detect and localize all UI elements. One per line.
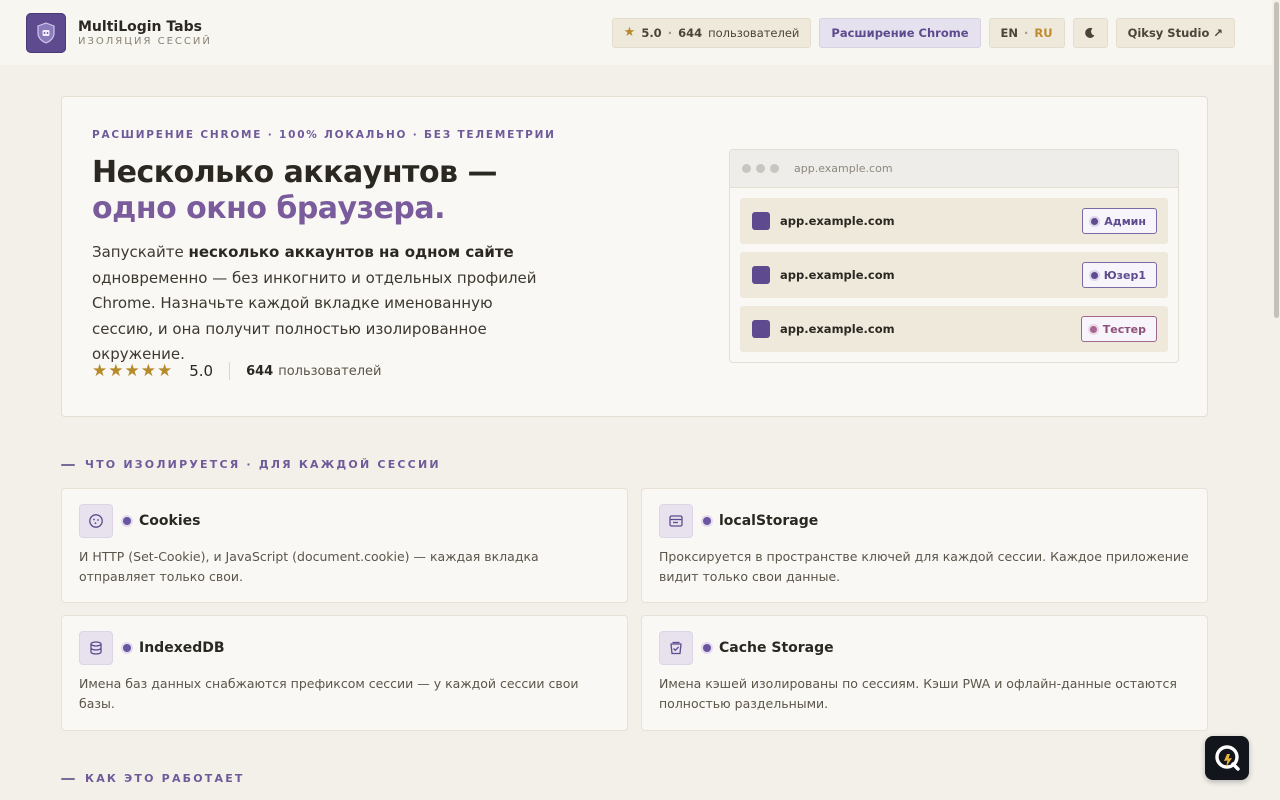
card-dot-icon — [123, 517, 131, 525]
card-title: localStorage — [719, 513, 819, 529]
hero-card: РАСШИРЕНИЕ CHROME · 100% ЛОКАЛЬНО · БЕЗ … — [61, 96, 1208, 417]
scrollbar[interactable] — [1272, 0, 1280, 800]
browser-mock-url: app.example.com — [794, 162, 893, 175]
card-title: Cache Storage — [719, 640, 834, 656]
section-heading-isolation: ЧТО ИЗОЛИРУЕТСЯ · ДЛЯ КАЖДОЙ СЕССИИ — [61, 458, 441, 471]
qiksy-widget-button[interactable] — [1205, 736, 1249, 780]
feature-card-cache-storage: Cache Storage Имена кэшей изолированы по… — [641, 615, 1208, 731]
hero-title: Несколько аккаунтов — одно окно браузера… — [92, 155, 612, 227]
storage-icon — [659, 504, 693, 538]
hero-users-count: 644 — [246, 363, 274, 379]
hero-users-label: пользователей — [278, 363, 382, 379]
language-switcher[interactable]: EN · RU — [988, 17, 1065, 48]
scrollbar-thumb[interactable] — [1274, 2, 1279, 318]
heading-line-icon — [61, 777, 75, 780]
hero-title-line1: Несколько аккаунтов — — [92, 155, 498, 190]
session-label: Тестер — [1102, 322, 1146, 336]
card-dot-icon — [703, 517, 711, 525]
feature-card-indexeddb: IndexedDB Имена баз данных снабжаются пр… — [61, 615, 628, 731]
database-icon — [79, 631, 113, 665]
studio-link[interactable]: Qiksy Studio ↗ — [1115, 17, 1235, 48]
mock-tab-row: app.example.com Админ — [740, 198, 1168, 244]
hero-desc-bold: несколько аккаунтов на одном сайте — [188, 243, 514, 261]
window-dot-icon — [742, 164, 751, 173]
session-dot-icon — [1091, 217, 1099, 225]
browser-mockup: app.example.com app.example.com Админ ap… — [729, 149, 1179, 363]
hero-title-line2: одно окно браузера. — [92, 191, 446, 226]
mock-tab-row: app.example.com Юзер1 — [740, 252, 1168, 298]
q-logo-icon — [1215, 745, 1240, 771]
card-dot-icon — [703, 644, 711, 652]
mock-tab-row: app.example.com Тестер — [740, 306, 1168, 352]
favicon-icon — [752, 212, 770, 230]
lang-separator: · — [1024, 25, 1029, 40]
favicon-icon — [752, 320, 770, 338]
shield-logo-icon — [26, 12, 66, 53]
tab-host: app.example.com — [780, 214, 895, 228]
tab-host: app.example.com — [780, 322, 895, 336]
separator-dot: · — [667, 25, 673, 40]
lang-en[interactable]: EN — [1001, 26, 1018, 40]
rating-pill[interactable]: ★ 5.0 · 644 пользователей — [611, 17, 812, 48]
lang-ru[interactable]: RU — [1034, 26, 1052, 40]
card-description: Проксируется в пространстве ключей для к… — [659, 549, 1189, 584]
top-actions: ★ 5.0 · 644 пользователей Расширение Chr… — [611, 17, 1235, 48]
brand-name: MultiLogin Tabs — [78, 18, 202, 35]
window-dot-icon — [756, 164, 765, 173]
users-count: 644 — [678, 25, 703, 40]
session-label: Юзер1 — [1103, 268, 1146, 282]
rating-row: ★★★★★ 5.0 644 пользователей — [92, 361, 381, 381]
cookie-icon — [79, 504, 113, 538]
feature-card-cookies: Cookies И HTTP (Set-Cookie), и JavaScrip… — [61, 488, 628, 603]
session-badge: Юзер1 — [1081, 262, 1157, 288]
favicon-icon — [752, 266, 770, 284]
top-bar: MultiLogin Tabs ИЗОЛЯЦИЯ СЕССИЙ ★ 5.0 · … — [0, 0, 1272, 65]
hero-kicker: РАСШИРЕНИЕ CHROME · 100% ЛОКАЛЬНО · БЕЗ … — [92, 129, 556, 141]
cache-icon — [659, 631, 693, 665]
feature-card-localstorage: localStorage Проксируется в пространстве… — [641, 488, 1208, 603]
users-label: пользователей — [708, 25, 800, 40]
section-heading-text: ЧТО ИЗОЛИРУЕТСЯ · ДЛЯ КАЖДОЙ СЕССИИ — [85, 458, 441, 471]
window-dot-icon — [770, 164, 779, 173]
session-dot-icon — [1090, 271, 1098, 279]
theme-toggle-button[interactable] — [1072, 17, 1108, 48]
hero-desc-part1: Запускайте — [92, 243, 189, 261]
section-heading-how-it-works: КАК ЭТО РАБОТАЕТ — [61, 772, 245, 785]
hero-desc-part2: одновременно — без инкогнито и отдельных… — [92, 268, 537, 364]
card-title: Cookies — [139, 513, 201, 529]
hero-rating-value: 5.0 — [189, 362, 214, 380]
brand-subtitle: ИЗОЛЯЦИЯ СЕССИЙ — [78, 35, 212, 47]
browser-mock-toolbar: app.example.com — [730, 150, 1178, 188]
session-dot-icon — [1089, 325, 1097, 333]
session-badge: Админ — [1082, 208, 1157, 234]
divider — [229, 362, 231, 380]
card-description: И HTTP (Set-Cookie), и JavaScript (docum… — [79, 549, 539, 584]
card-title: IndexedDB — [139, 640, 225, 656]
session-label: Админ — [1104, 214, 1146, 228]
card-dot-icon — [123, 644, 131, 652]
tab-host: app.example.com — [780, 268, 895, 282]
star-icon: ★ — [623, 25, 636, 40]
stars-icon: ★★★★★ — [92, 361, 174, 381]
rating-value: 5.0 — [641, 25, 662, 40]
section-heading-text: КАК ЭТО РАБОТАЕТ — [85, 772, 245, 785]
session-badge: Тестер — [1080, 316, 1157, 342]
brand[interactable]: MultiLogin Tabs ИЗОЛЯЦИЯ СЕССИЙ — [26, 12, 212, 53]
moon-icon — [1085, 27, 1095, 38]
heading-line-icon — [61, 463, 75, 466]
card-description: Имена баз данных снабжаются префиксом се… — [79, 676, 579, 711]
card-description: Имена кэшей изолированы по сессиям. Кэши… — [659, 676, 1177, 711]
hero-description: Запускайте несколько аккаунтов на одном … — [92, 240, 552, 368]
chrome-extension-button[interactable]: Расширение Chrome — [819, 17, 981, 48]
